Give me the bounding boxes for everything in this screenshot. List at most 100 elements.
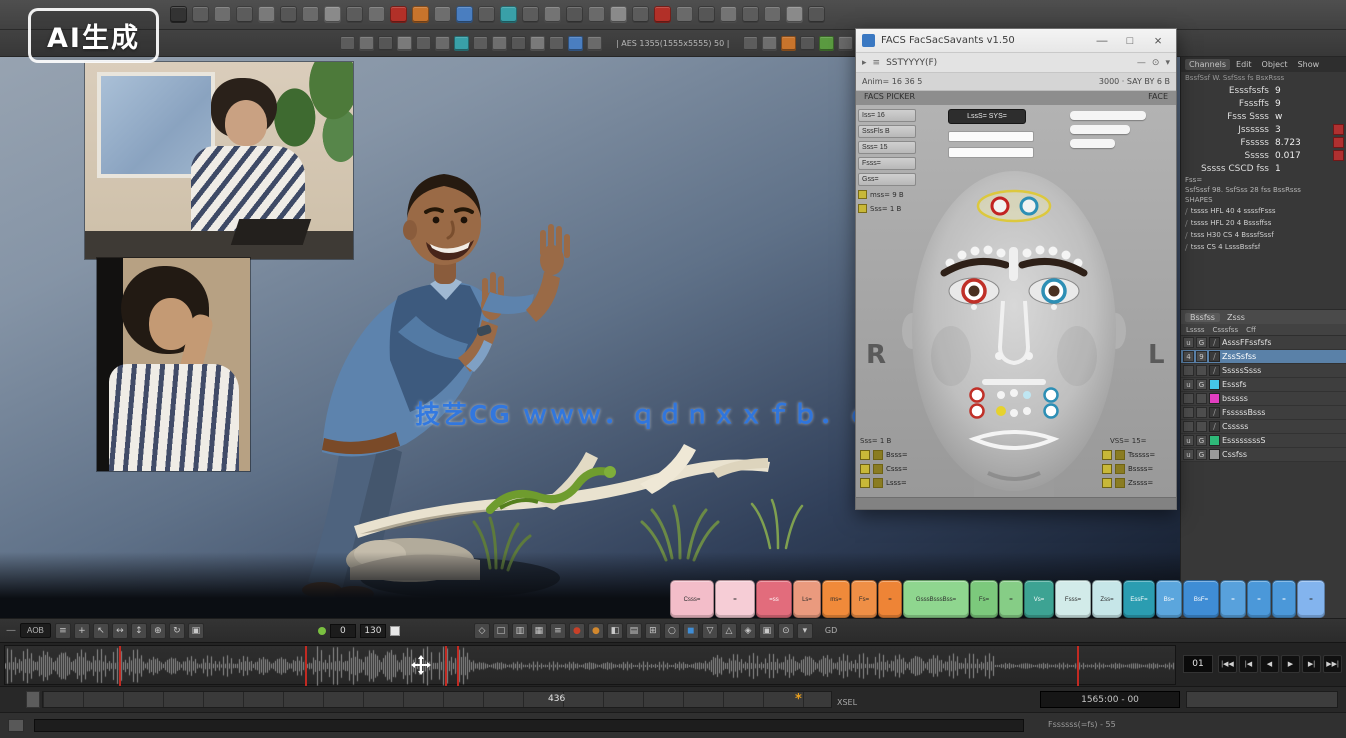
facs-menu-label[interactable]: SSTYYYY(F) [886,58,937,68]
menu-tool-icon[interactable] [412,6,429,23]
timeline-option-icon[interactable]: ▦ [531,623,547,639]
brow-left-control[interactable] [992,198,1008,214]
shape-row[interactable]: ∕tsss CS 4 LsssBssfsf [1181,241,1346,253]
facs-picker-body[interactable]: FACS PICKER FACE Iss= 16SssFls BSss= 15F… [856,91,1176,509]
layer-row[interactable]: uGEssssssssS [1181,434,1346,448]
layer-visibility-cell[interactable]: u [1183,449,1194,460]
layer-name[interactable]: SssssSsss [1222,366,1261,375]
toggle-checkbox[interactable] [873,464,883,474]
arrow-icon[interactable]: ▸ [862,58,867,68]
facs-text-input-1[interactable] [948,131,1034,142]
shelf-tool-icon[interactable] [416,36,431,51]
shelf-tool-icon[interactable] [359,36,374,51]
lower-lid-control[interactable] [1051,304,1057,310]
channel-row[interactable]: Fsssffs9 [1181,97,1346,110]
slider-bar-icon[interactable] [1070,125,1130,134]
picker-button[interactable]: = [1220,580,1246,618]
timeline-option-icon[interactable]: ▤ [626,623,642,639]
audio-waveform-track[interactable] [4,645,1176,685]
facs-panel-button[interactable]: Fsss= [858,157,916,170]
menu-tool-icon[interactable] [478,6,495,23]
timeline-option-icon[interactable]: ◇ [474,623,490,639]
shelf-tool-icon[interactable] [800,36,815,51]
timeline-option-icon[interactable]: ◼ [683,623,699,639]
layer-row[interactable]: ∕SssssSsss [1181,364,1346,378]
menu-tool-icon[interactable] [390,6,407,23]
facs-panel-button[interactable]: Gss= [858,173,916,186]
brow-center-control[interactable] [1009,247,1018,281]
channel-value[interactable]: w [1275,112,1344,122]
channel-value[interactable]: 3 [1275,125,1331,135]
status-handle-icon[interactable] [8,719,24,732]
timeline-tool-icon[interactable]: ↕ [131,623,147,639]
menu-tool-icon[interactable] [566,6,583,23]
menu-tool-icon[interactable] [610,6,627,23]
minimize-icon[interactable]: — [1137,58,1146,68]
facs-text-input-2[interactable] [948,147,1034,158]
layer-visibility-cell[interactable]: u [1183,337,1194,348]
layer-color-swatch[interactable]: ∕ [1209,421,1220,432]
timeline-tool-icon[interactable]: ▣ [188,623,204,639]
menu-tool-icon[interactable] [764,6,781,23]
toggle-checkbox[interactable] [873,478,883,488]
layer-color-swatch[interactable] [1209,393,1220,404]
menu-tool-icon[interactable] [368,6,385,23]
menu-tool-icon[interactable] [456,6,473,23]
lower-lid-control[interactable] [971,304,977,310]
list-icon[interactable]: ≡ [873,58,881,68]
timeline-marker[interactable] [305,646,307,686]
facs-preset-button[interactable]: LssS= SYS= [948,109,1026,124]
menu-tool-icon[interactable] [522,6,539,23]
menu-tool-icon[interactable] [676,6,693,23]
layer-color-swatch[interactable]: ∕ [1209,337,1220,348]
layer-visibility-cell[interactable]: u [1183,435,1194,446]
timeline-tool-icon[interactable]: ⊕ [150,623,166,639]
menu-tool-icon[interactable] [192,6,209,23]
layer-playback-cell[interactable]: 9 [1196,351,1207,362]
layer-playback-cell[interactable] [1196,421,1207,432]
panel-tab-object[interactable]: Object [1258,59,1292,70]
panel-tab-channels[interactable]: Channels [1185,59,1230,70]
channel-value[interactable]: 9 [1275,99,1344,109]
timeline-marker[interactable] [1077,646,1079,686]
layer-visibility-cell[interactable]: 4 [1183,351,1194,362]
layer-menu-item[interactable]: Cff [1246,326,1256,334]
timeline-tool-icon[interactable]: + [74,623,90,639]
layer-name[interactable]: AsssFFssfsfs [1222,338,1271,347]
timeline-mode-button[interactable]: AOB [20,623,51,638]
layer-tab[interactable]: Bssfss [1185,313,1220,322]
layer-row[interactable]: ∕FsssssBsss [1181,406,1346,420]
layer-visibility-cell[interactable] [1183,421,1194,432]
timeline-option-icon[interactable]: ▾ [797,623,813,639]
toggle-checkbox[interactable] [860,478,870,488]
layer-playback-cell[interactable]: G [1196,435,1207,446]
slider-bar-icon[interactable] [1070,111,1146,120]
layer-color-swatch[interactable]: ∕ [1209,351,1220,362]
layer-name[interactable]: bsssss [1222,394,1248,403]
layer-menu-item[interactable]: Csssfss [1213,326,1239,334]
menu-tool-icon[interactable] [786,6,803,23]
picker-button[interactable]: EssF= [1123,580,1155,618]
shelf-tool-icon[interactable] [838,36,853,51]
layer-visibility-cell[interactable]: u [1183,379,1194,390]
range-slider-handle[interactable] [26,691,40,708]
facs-toolbar-right-text[interactable]: 3000 · SAY BY 6 B [1099,77,1170,86]
picker-button[interactable]: Csss= [670,580,714,618]
picker-button[interactable]: Bs= [1156,580,1182,618]
menu-tool-icon[interactable] [632,6,649,23]
toggle-checkbox[interactable] [1115,450,1125,460]
timeline-option-icon[interactable]: ▥ [512,623,528,639]
timeline-tool-icon[interactable]: ↖ [93,623,109,639]
transport-step-forward-button[interactable]: ▶| [1302,655,1321,673]
timeline-tool-icon[interactable]: ↻ [169,623,185,639]
shelf-tool-icon[interactable] [587,36,602,51]
chevron-down-icon[interactable]: ▾ [1165,58,1170,68]
layer-name[interactable]: Esssfs [1222,380,1247,389]
timeline-option-icon[interactable]: ⊞ [645,623,661,639]
channel-value[interactable]: 8.723 [1275,138,1331,148]
timeline-option-icon[interactable]: ≡ [550,623,566,639]
channel-row[interactable]: Fsssss8.723 [1181,136,1346,149]
nostril-control[interactable] [1025,352,1033,360]
transport-play-button[interactable]: ▶ [1281,655,1300,673]
menu-tool-icon[interactable] [742,6,759,23]
